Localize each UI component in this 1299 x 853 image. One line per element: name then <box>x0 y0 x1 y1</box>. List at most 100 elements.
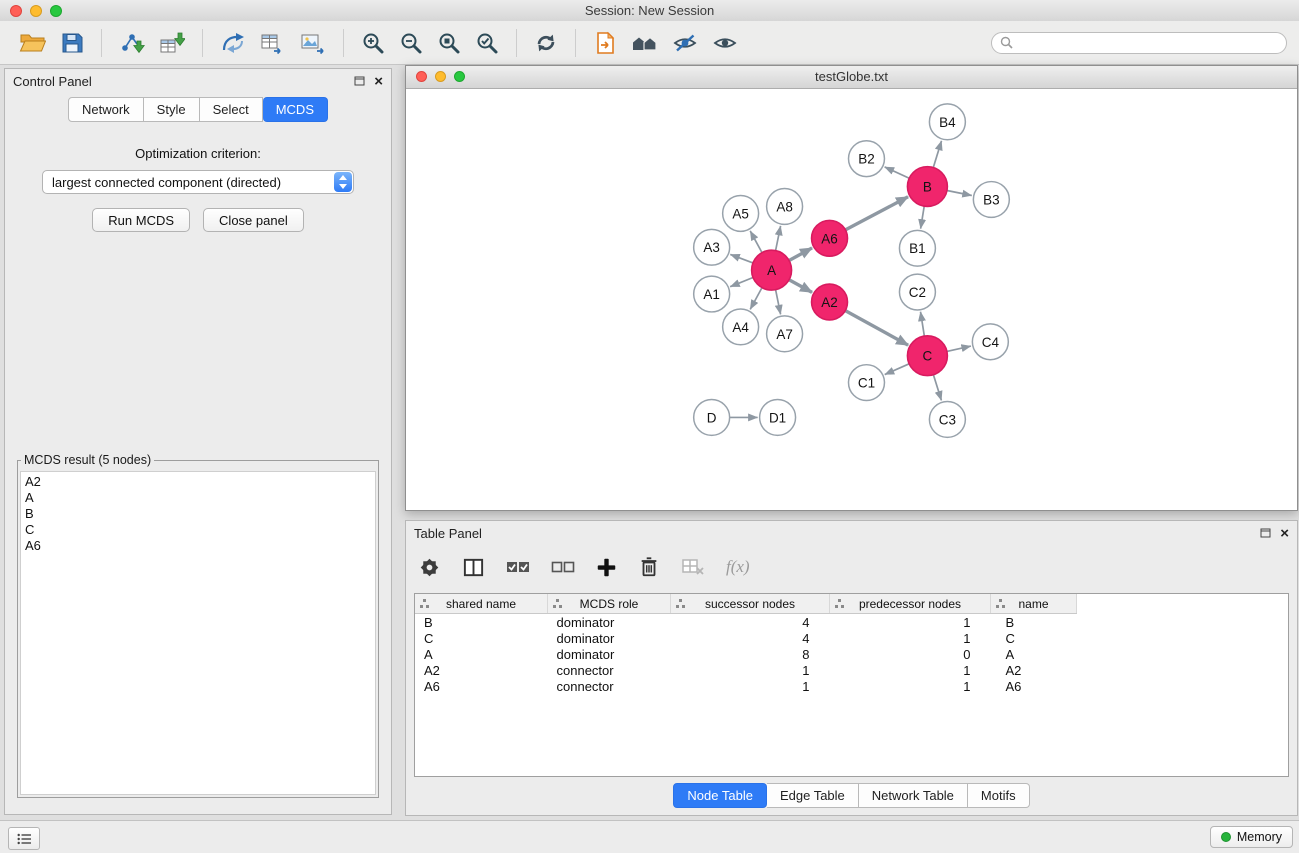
delete-table-button[interactable] <box>679 555 707 579</box>
table-cell[interactable]: dominator <box>548 614 671 631</box>
graph-edge-B-B4[interactable] <box>933 141 941 168</box>
graph-edge-A-A2[interactable] <box>789 280 812 293</box>
search-input[interactable] <box>1018 34 1278 51</box>
table-cell[interactable]: C <box>415 630 548 646</box>
table-cell[interactable]: C <box>991 630 1077 646</box>
column-header-name[interactable]: name <box>991 594 1077 614</box>
memory-button[interactable]: Memory <box>1210 826 1293 848</box>
graph-edge-B-B1[interactable] <box>921 206 925 228</box>
tab-network-table[interactable]: Network Table <box>859 783 968 808</box>
import-network-button[interactable] <box>116 28 148 58</box>
table-cell[interactable]: connector <box>548 662 671 678</box>
table-cell[interactable]: A2 <box>415 662 548 678</box>
table-row[interactable]: A6connector11A6 <box>415 678 1288 694</box>
result-item[interactable]: A2 <box>25 474 375 490</box>
table-cell[interactable]: A <box>415 646 548 662</box>
export-network-button[interactable] <box>217 28 249 58</box>
close-panel-button[interactable]: Close panel <box>203 208 304 232</box>
graph-edge-C-C2[interactable] <box>921 312 925 336</box>
graph-edge-A-A7[interactable] <box>776 290 781 315</box>
network-canvas[interactable]: B4B2BB3A8A5A6A3B1AC2A1A2A4A7C4CC1C3DD1 <box>407 89 1296 509</box>
table-cell[interactable]: A <box>991 646 1077 662</box>
table-cell[interactable]: 0 <box>830 646 991 662</box>
save-session-button[interactable] <box>57 28 87 58</box>
table-cell[interactable]: 1 <box>671 678 830 694</box>
tab-network[interactable]: Network <box>68 97 144 122</box>
table-cell[interactable]: 4 <box>671 630 830 646</box>
float-panel-icon[interactable] <box>354 76 365 86</box>
graph-edge-A-A3[interactable] <box>730 254 753 263</box>
style-visibility-button[interactable] <box>669 28 701 58</box>
table-cell[interactable]: 1 <box>830 630 991 646</box>
delete-column-button[interactable] <box>636 554 662 580</box>
tab-select[interactable]: Select <box>200 97 263 122</box>
table-cell[interactable]: connector <box>548 678 671 694</box>
tab-edge-table[interactable]: Edge Table <box>767 783 859 808</box>
table-row[interactable]: A2connector11A2 <box>415 662 1288 678</box>
select-all-button[interactable] <box>504 555 532 579</box>
float-panel-icon[interactable] <box>1260 528 1271 538</box>
graph-edge-C-C3[interactable] <box>933 375 941 401</box>
table-row[interactable]: Adominator80A <box>415 646 1288 662</box>
table-cell[interactable]: 1 <box>830 614 991 631</box>
result-item[interactable]: C <box>25 522 375 538</box>
result-item[interactable]: A6 <box>25 538 375 554</box>
column-visibility-button[interactable] <box>460 554 487 581</box>
table-cell[interactable]: 8 <box>671 646 830 662</box>
close-panel-icon[interactable]: × <box>1280 526 1289 541</box>
graph-edge-A-A4[interactable] <box>750 288 762 310</box>
table-cell[interactable]: 1 <box>671 662 830 678</box>
column-header-predecessor-nodes[interactable]: predecessor nodes <box>830 594 991 614</box>
zoom-selected-button[interactable] <box>472 28 502 58</box>
table-cell[interactable]: 1 <box>830 662 991 678</box>
column-header-successor-nodes[interactable]: successor nodes <box>671 594 830 614</box>
zoom-out-button[interactable] <box>396 28 426 58</box>
table-cell[interactable]: A6 <box>415 678 548 694</box>
graph-edge-A-A1[interactable] <box>730 278 753 287</box>
add-column-button[interactable] <box>594 555 619 580</box>
table-cell[interactable]: 1 <box>830 678 991 694</box>
zoom-fit-button[interactable] <box>434 28 464 58</box>
import-table-button[interactable] <box>156 28 188 58</box>
table-cell[interactable]: dominator <box>548 630 671 646</box>
task-history-button[interactable] <box>8 827 40 850</box>
column-header-shared-name[interactable]: shared name <box>415 594 548 614</box>
open-session-file-button[interactable] <box>590 28 620 58</box>
tab-node-table[interactable]: Node Table <box>673 783 767 808</box>
graph-edge-B-B3[interactable] <box>947 191 972 196</box>
zoom-in-button[interactable] <box>358 28 388 58</box>
graph-edge-A-A5[interactable] <box>750 231 762 253</box>
graph-edge-C-C4[interactable] <box>947 346 971 351</box>
tab-motifs[interactable]: Motifs <box>968 783 1030 808</box>
tab-style[interactable]: Style <box>144 97 200 122</box>
result-item[interactable]: A <box>25 490 375 506</box>
table-row[interactable]: Bdominator41B <box>415 614 1288 631</box>
criterion-dropdown[interactable]: largest connected component (directed) <box>42 170 354 194</box>
unselect-all-button[interactable] <box>549 555 577 579</box>
graph-edge-A-A6[interactable] <box>789 248 812 261</box>
table-cell[interactable]: B <box>415 614 548 631</box>
graph-edge-B-B2[interactable] <box>885 167 910 178</box>
run-mcds-button[interactable]: Run MCDS <box>92 208 190 232</box>
table-cell[interactable]: dominator <box>548 646 671 662</box>
graph-edge-A-A8[interactable] <box>776 226 781 251</box>
search-field[interactable] <box>991 32 1287 54</box>
column-header-MCDS-role[interactable]: MCDS role <box>548 594 671 614</box>
close-panel-icon[interactable]: × <box>374 74 383 89</box>
open-session-button[interactable] <box>16 28 49 58</box>
function-builder-button[interactable]: f(x) <box>724 555 752 579</box>
result-item[interactable]: B <box>25 506 375 522</box>
table-cell[interactable]: 4 <box>671 614 830 631</box>
graph-edge-A6-B[interactable] <box>845 197 908 230</box>
home-view-button[interactable] <box>628 28 661 58</box>
table-settings-button[interactable] <box>416 554 443 581</box>
table-cell[interactable]: A6 <box>991 678 1077 694</box>
table-cell[interactable]: B <box>991 614 1077 631</box>
export-image-button[interactable] <box>297 28 329 58</box>
refresh-view-button[interactable] <box>531 28 561 58</box>
tab-mcds[interactable]: MCDS <box>263 97 328 122</box>
export-table-button[interactable] <box>257 28 289 58</box>
table-cell[interactable]: A2 <box>991 662 1077 678</box>
show-details-button[interactable] <box>709 28 741 58</box>
graph-edge-C-C1[interactable] <box>885 364 909 375</box>
